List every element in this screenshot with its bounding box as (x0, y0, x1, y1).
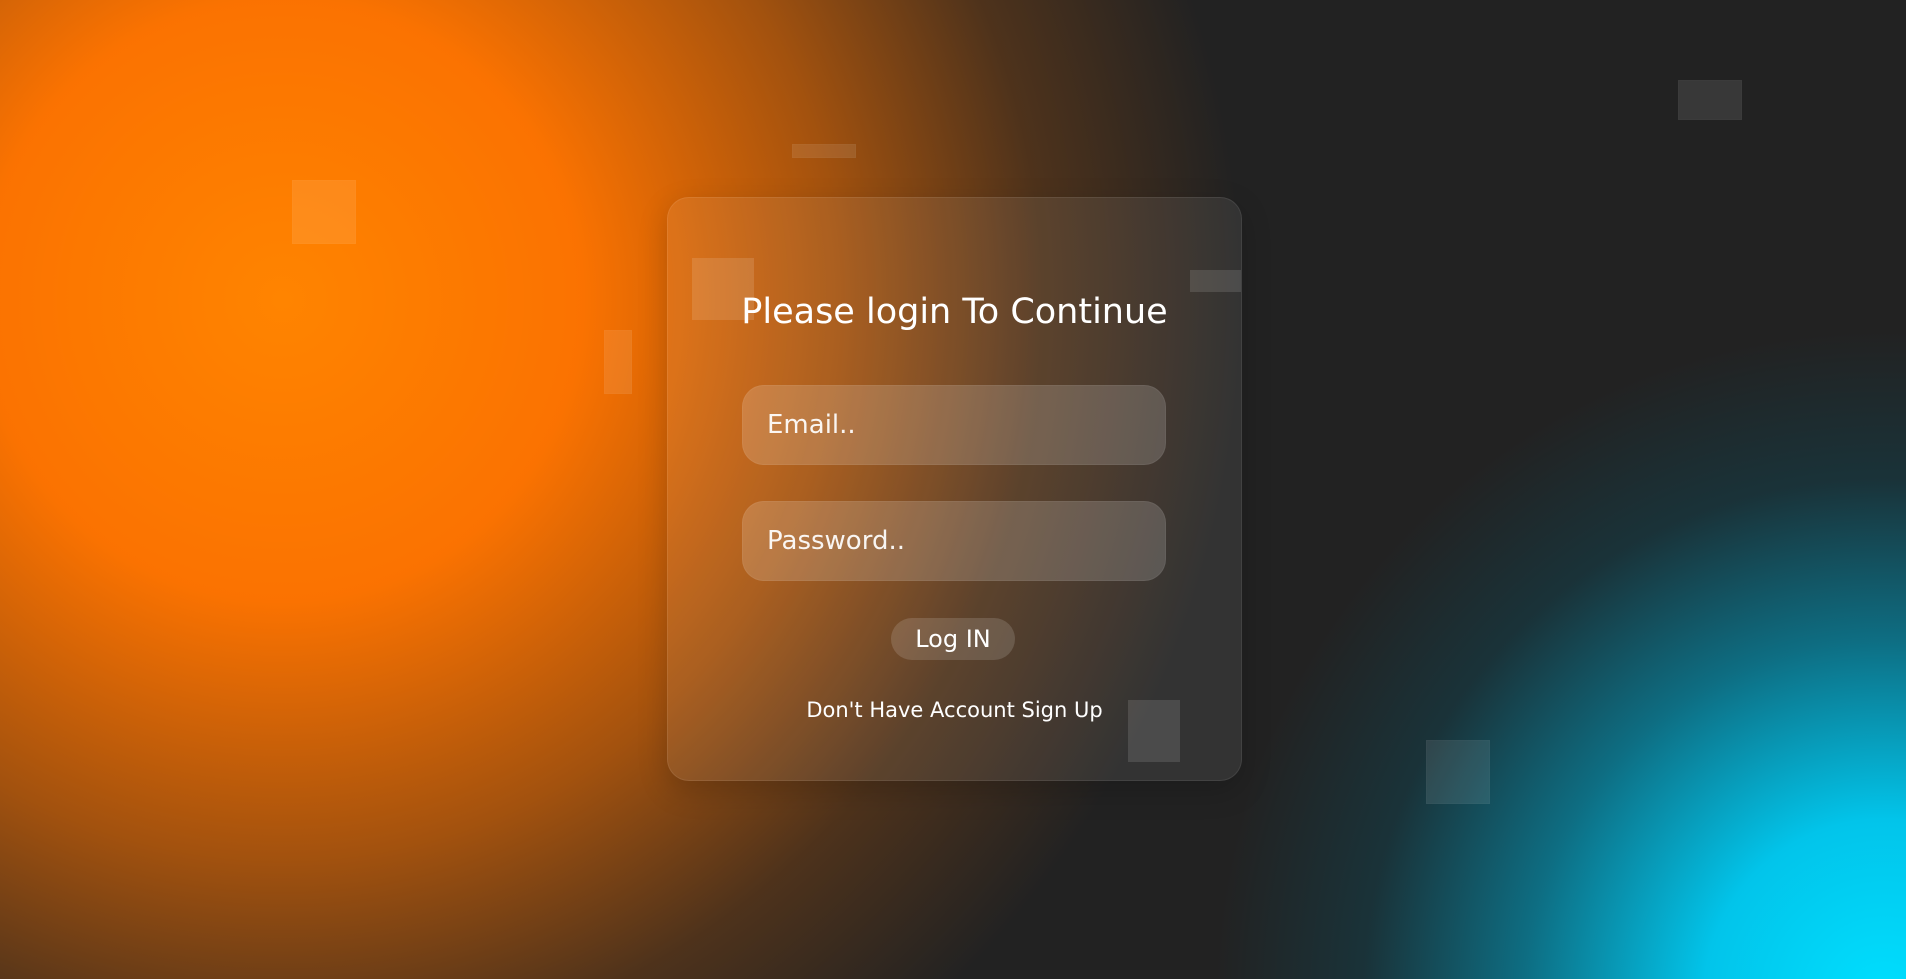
password-field[interactable] (742, 501, 1166, 581)
background-square (792, 144, 856, 158)
signup-link[interactable]: Don't Have Account Sign Up (668, 698, 1241, 722)
email-field[interactable] (742, 385, 1166, 465)
background-square (604, 330, 632, 394)
background-square (1678, 80, 1742, 120)
login-card: Please login To Continue Log IN Don't Ha… (667, 197, 1242, 781)
login-button[interactable]: Log IN (891, 618, 1015, 660)
login-page: Please login To Continue Log IN Don't Ha… (0, 0, 1906, 979)
background-square (1426, 740, 1490, 804)
background-square (292, 180, 356, 244)
page-title: Please login To Continue (741, 292, 1168, 332)
card-decorative-square (1190, 270, 1241, 292)
password-input[interactable] (767, 502, 1165, 580)
email-input[interactable] (767, 386, 1165, 464)
